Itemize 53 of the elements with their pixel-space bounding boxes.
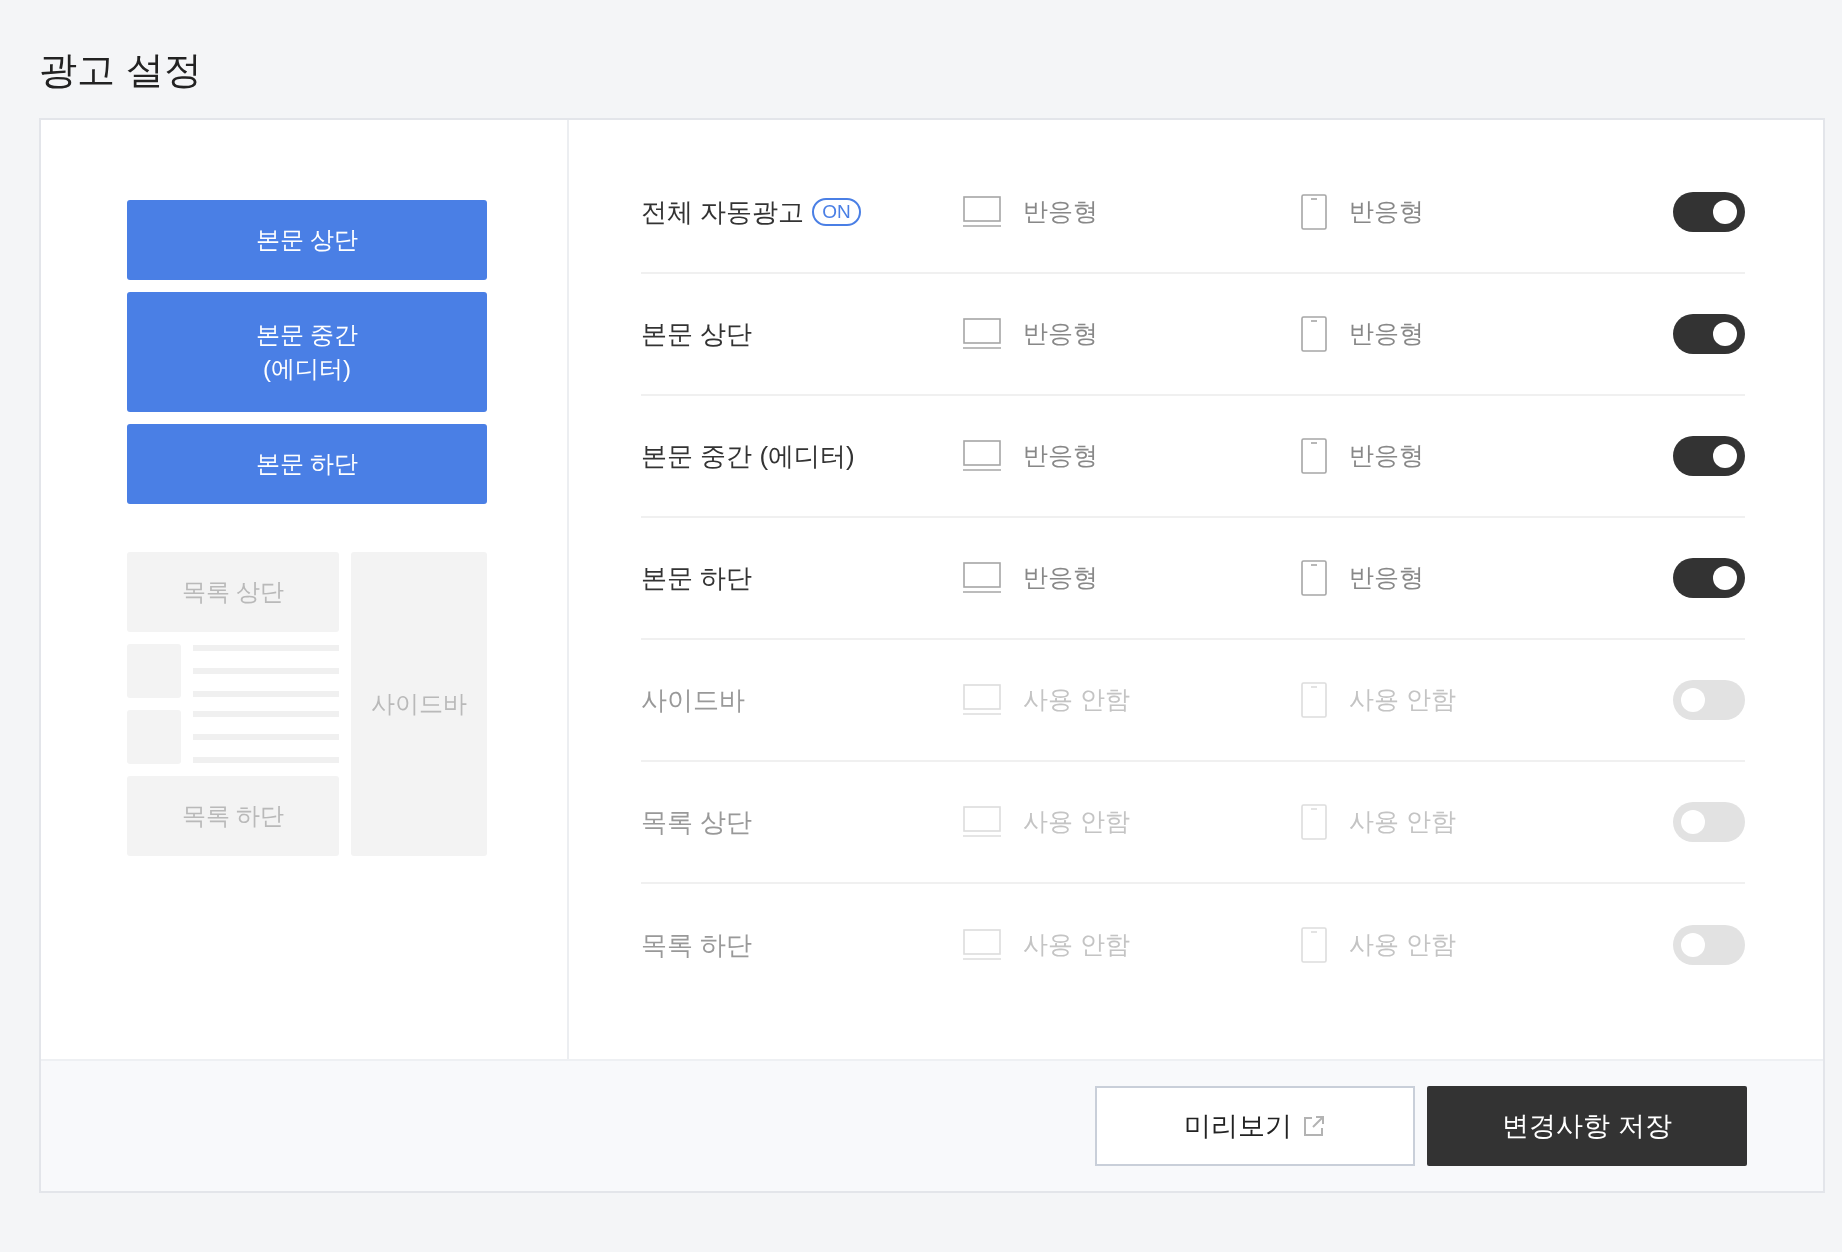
save-button[interactable]: 변경사항 저장 <box>1427 1086 1747 1166</box>
row-label: 본문 하단 <box>641 561 753 595</box>
desktop-setting: 반응형 <box>1023 318 1098 350</box>
preview-button[interactable]: 미리보기 <box>1095 1086 1415 1166</box>
monitor-icon <box>963 196 1001 228</box>
mobile-setting: 사용 안함 <box>1349 929 1456 961</box>
row-label: 전체 자동광고 <box>641 195 805 229</box>
ad-slot-block: 본문 중간 (에디터) <box>127 292 487 412</box>
row-label: 목록 하단 <box>641 928 753 962</box>
phone-icon <box>1301 194 1327 230</box>
monitor-icon <box>963 440 1001 472</box>
toggle-switch[interactable] <box>1673 192 1745 232</box>
mobile-setting: 반응형 <box>1349 440 1424 472</box>
toggle-switch[interactable] <box>1673 558 1745 598</box>
mobile-setting: 사용 안함 <box>1349 684 1456 716</box>
phone-icon <box>1301 804 1327 840</box>
row-label: 본문 상단 <box>641 317 753 351</box>
ad-slot-block: 사이드바 <box>351 552 487 856</box>
monitor-icon <box>963 318 1001 350</box>
toggle-switch[interactable] <box>1673 314 1745 354</box>
mobile-setting: 반응형 <box>1349 562 1424 594</box>
desktop-setting: 사용 안함 <box>1023 929 1130 961</box>
desktop-setting: 사용 안함 <box>1023 806 1130 838</box>
toggle-switch[interactable] <box>1673 925 1745 965</box>
desktop-setting: 사용 안함 <box>1023 684 1130 716</box>
toggle-switch[interactable] <box>1673 680 1745 720</box>
monitor-icon <box>963 562 1001 594</box>
toggle-switch[interactable] <box>1673 436 1745 476</box>
page-title: 광고 설정 <box>39 48 202 93</box>
mobile-setting: 사용 안함 <box>1349 806 1456 838</box>
row-label: 목록 상단 <box>641 805 753 839</box>
ad-slot-block: 본문 상단 <box>127 200 487 280</box>
monitor-icon <box>963 929 1001 961</box>
phone-icon <box>1301 438 1327 474</box>
desktop-setting: 반응형 <box>1023 196 1098 228</box>
phone-icon <box>1301 682 1327 718</box>
row-label: 본문 중간 (에디터) <box>641 439 855 473</box>
desktop-setting: 반응형 <box>1023 562 1098 594</box>
toggle-switch[interactable] <box>1673 802 1745 842</box>
status-badge: ON <box>812 198 861 226</box>
monitor-icon <box>963 684 1001 716</box>
phone-icon <box>1301 927 1327 963</box>
row-label: 사이드바 <box>641 683 745 717</box>
ad-slot-block: 목록 상단 <box>127 552 339 632</box>
monitor-icon <box>963 806 1001 838</box>
mobile-setting: 반응형 <box>1349 318 1424 350</box>
phone-icon <box>1301 560 1327 596</box>
ad-slot-block: 본문 하단 <box>127 424 487 504</box>
phone-icon <box>1301 316 1327 352</box>
external-link-icon <box>1302 1114 1326 1138</box>
ad-slot-block: 목록 하단 <box>127 776 339 856</box>
mobile-setting: 반응형 <box>1349 196 1424 228</box>
desktop-setting: 반응형 <box>1023 440 1098 472</box>
